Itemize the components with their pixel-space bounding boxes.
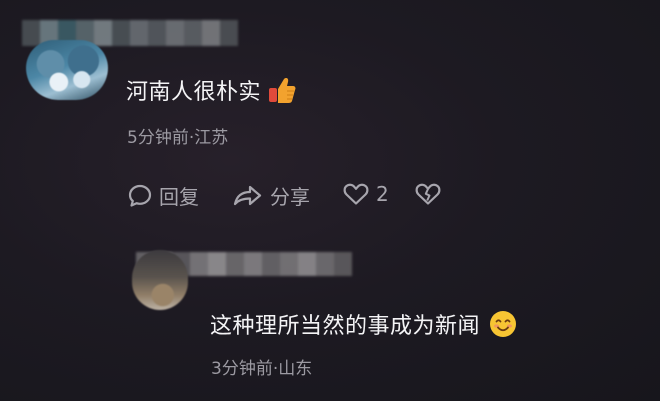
comment-bubble-icon [128,184,152,207]
avatar[interactable] [26,40,108,100]
share-arrow-icon [233,185,262,205]
like-button[interactable]: 2 [342,181,389,207]
comment-text: 河南人很朴实 [126,80,262,105]
comment-body: 河南人很朴实 [126,74,297,111]
reply-meta: 3分钟前·山东 [211,359,313,379]
reply-avatar[interactable] [132,250,188,310]
comment-meta: 5分钟前·江苏 [127,128,229,148]
like-count: 2 [376,182,389,206]
reply-text: 这种理所当然的事成为新闻 [210,314,481,339]
share-label: 分享 [270,185,310,209]
reply-label: 回复 [159,185,199,209]
reply-button[interactable]: 回复 [127,181,199,210]
dislike-button[interactable] [414,181,442,207]
broken-heart-icon [415,183,441,205]
heart-icon [343,183,369,205]
share-button[interactable]: 分享 [232,181,310,210]
thumbs-up-icon [267,75,297,111]
reply-body: 这种理所当然的事成为新闻 [210,308,518,345]
smiling-face-icon [488,309,518,345]
